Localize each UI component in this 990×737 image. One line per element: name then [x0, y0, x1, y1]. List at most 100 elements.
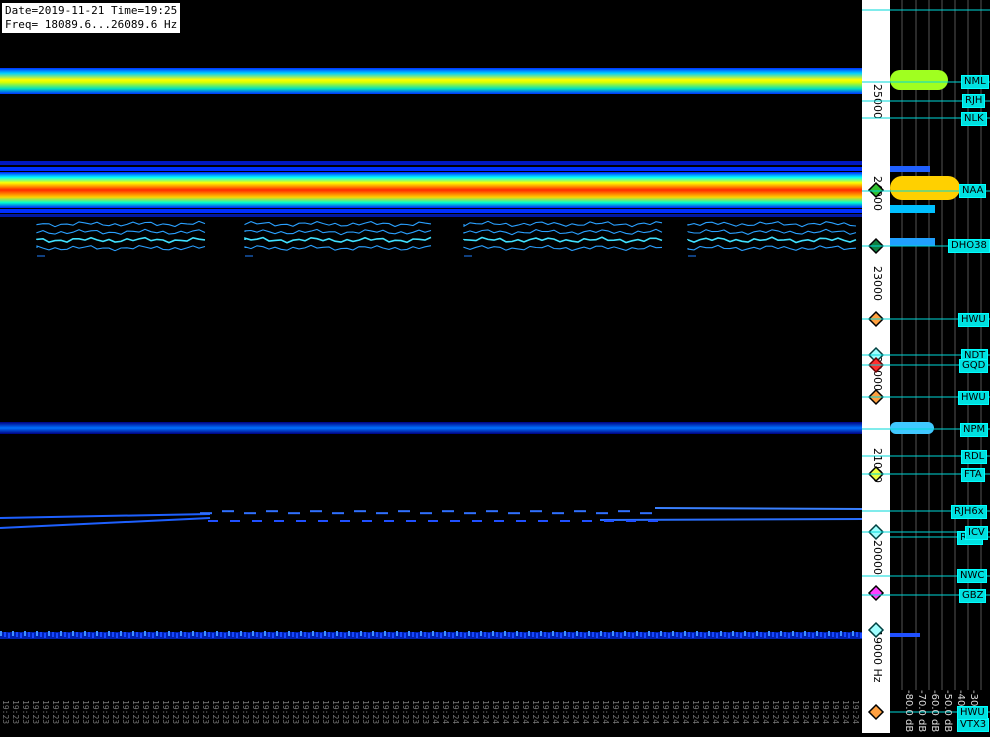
sweep-dash	[442, 510, 454, 513]
time-tick-label: 19:23	[181, 700, 190, 725]
time-tick-label: 19:23	[1, 700, 10, 725]
weak-band-speck	[368, 633, 370, 638]
burst-line	[687, 244, 857, 252]
station-label-nml[interactable]: NML	[961, 75, 989, 89]
time-tick-label: 19:23	[291, 700, 300, 725]
station-label-hwu-2[interactable]: HWU	[958, 391, 989, 405]
sweep-line	[599, 518, 863, 521]
sweep-dash	[618, 510, 630, 513]
burst-line	[687, 236, 857, 244]
weak-band-speck	[828, 631, 830, 636]
level-axis-label: -50.0 dB	[942, 690, 953, 733]
station-label-nlk[interactable]: NLK	[961, 112, 987, 126]
station-label-rdl[interactable]: RDL	[961, 450, 988, 464]
station-label-hwu[interactable]: HWU	[958, 313, 989, 327]
weak-band-speck	[328, 632, 330, 637]
time-tick-label: 19:23	[121, 700, 130, 725]
time-tick-label: 19:24	[441, 700, 450, 725]
weak-band-speck	[112, 632, 114, 637]
marker-diamond-icon	[867, 181, 885, 199]
weak-band-speck	[508, 632, 510, 637]
time-tick-label: 19:23	[21, 700, 30, 725]
weak-band-speck	[116, 633, 118, 638]
level-bar-naa-side	[890, 166, 930, 172]
burst-line	[244, 228, 432, 236]
weak-band-speck	[652, 632, 654, 637]
weak-band-speck	[812, 633, 814, 638]
weak-band-speck	[824, 633, 826, 638]
weak-band-speck	[700, 632, 702, 637]
weak-band-speck	[244, 632, 246, 637]
marker-diamonds	[862, 9, 890, 721]
weak-band-speck	[60, 631, 62, 636]
weak-band-speck	[476, 633, 478, 638]
time-tick-label: 19:23	[231, 700, 240, 725]
weak-band-speck	[560, 633, 562, 638]
time-tick-label: 19:23	[61, 700, 70, 725]
burst-line	[463, 244, 663, 252]
station-label-dho38[interactable]: DHO38	[948, 239, 990, 253]
sweep-dash	[596, 512, 608, 515]
station-label-naa[interactable]: NAA	[959, 184, 987, 198]
station-label-fta[interactable]: FTA	[961, 468, 985, 482]
weak-band-speck	[344, 633, 346, 638]
weak-band-speck	[676, 632, 678, 637]
weak-band-speck	[280, 632, 282, 637]
station-label-gqd[interactable]: GQD	[959, 359, 989, 373]
station-label-gbz[interactable]: GBZ	[959, 589, 987, 603]
sweep-dash	[354, 510, 366, 513]
station-label-hwu-3[interactable]: HWU	[957, 706, 988, 720]
time-tick-label: 19:24	[631, 700, 640, 725]
station-label-nwc[interactable]: NWC	[957, 569, 988, 583]
weak-band-speck	[512, 633, 514, 638]
time-tick-label: 19:23	[301, 700, 310, 725]
time-tick-label: 19:23	[161, 700, 170, 725]
station-label-rjh6x[interactable]: RJH6x	[951, 505, 987, 519]
signal-band-weak	[0, 631, 862, 639]
weak-band-speck	[832, 632, 834, 637]
sweep-dash	[310, 510, 322, 513]
weak-band-speck	[708, 631, 710, 636]
signal-band-naa-lower2	[0, 214, 862, 217]
time-tick-label: 19:24	[721, 700, 730, 725]
weak-band-speck	[144, 631, 146, 636]
weak-band-speck	[688, 632, 690, 637]
time-tick-label: 19:24	[851, 700, 860, 725]
sweep-dash	[406, 520, 416, 522]
spectrogram-waterfall[interactable]: Date=2019-11-21 Time=19:25 Freq= 18089.6…	[0, 0, 863, 733]
time-tick-label: 19:23	[311, 700, 320, 725]
weak-band-speck	[640, 632, 642, 637]
weak-band-speck	[104, 633, 106, 638]
sweep-dash	[464, 512, 476, 515]
weak-band-speck	[216, 631, 218, 636]
burst-line	[463, 236, 663, 244]
weak-band-speck	[580, 632, 582, 637]
weak-band-speck	[224, 633, 226, 638]
time-tick-label: 19:23	[331, 700, 340, 725]
weak-band-speck	[276, 631, 278, 636]
weak-band-speck	[532, 632, 534, 637]
weak-band-speck	[48, 631, 50, 636]
time-tick-label: 19:24	[841, 700, 850, 725]
weak-band-speck	[172, 632, 174, 637]
sweep-dash	[340, 520, 350, 522]
weak-band-speck	[456, 631, 458, 636]
station-label-rjh[interactable]: RJH	[962, 94, 986, 108]
sweep-dash	[626, 520, 636, 522]
station-label-vtx3[interactable]: VTX3	[957, 718, 990, 732]
weak-band-speck	[132, 631, 134, 636]
station-label-npm[interactable]: NPM	[960, 423, 989, 437]
sweep-dash	[486, 510, 498, 513]
sweep-dash	[508, 512, 520, 515]
sweep-line	[0, 517, 211, 529]
time-tick-label: 19:24	[801, 700, 810, 725]
time-tick-label: 19:23	[221, 700, 230, 725]
time-tick-label: 19:23	[261, 700, 270, 725]
sweep-dash	[450, 520, 460, 522]
weak-band-speck	[384, 631, 386, 636]
weak-band-speck	[24, 631, 26, 636]
weak-band-speck	[348, 631, 350, 636]
weak-band-speck	[528, 631, 530, 636]
station-label-icv[interactable]: ICV	[965, 526, 988, 540]
weak-band-speck	[188, 633, 190, 638]
